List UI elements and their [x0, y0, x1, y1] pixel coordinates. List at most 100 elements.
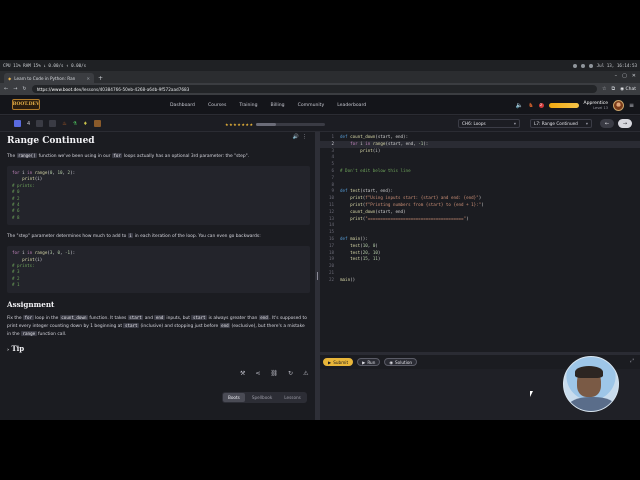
url-input[interactable]: https://www.boot.dev/lessons/40384766-50… — [31, 85, 598, 93]
link-icon[interactable]: ⛓ — [270, 370, 278, 377]
text: and — [143, 315, 155, 321]
play-icon: ▶ — [328, 359, 332, 365]
potion-icon[interactable]: ⚗ — [73, 121, 77, 127]
frozen-icon[interactable] — [49, 120, 57, 127]
share-icon[interactable]: ⋖ — [255, 370, 260, 377]
mouse-cursor — [530, 391, 533, 397]
forward-icon[interactable]: → — [13, 86, 17, 92]
tools-icon[interactable]: ⚒ — [240, 370, 245, 377]
assignment-text: Fix the for loop in the count_down funct… — [7, 314, 310, 338]
lesson-title: Range Continued — [7, 136, 95, 146]
report-icon[interactable]: ⚠ — [303, 370, 308, 377]
previous-lesson-button[interactable]: ← — [600, 119, 614, 128]
nav-training[interactable]: Training — [239, 103, 257, 108]
tray-icon[interactable] — [580, 63, 585, 68]
tab-boots[interactable]: Boots — [223, 393, 245, 402]
code-line: 8 — [331, 181, 334, 187]
xp-bar — [548, 102, 579, 108]
tray-icon[interactable] — [588, 63, 593, 68]
code-editor[interactable]: 1 def count_down(start, end): 2 for i in … — [320, 132, 640, 352]
new-tab-icon[interactable]: + — [98, 73, 103, 83]
code-line: 22 main() — [328, 276, 356, 282]
inline-code: for — [111, 153, 123, 158]
next-lesson-button[interactable]: → — [618, 119, 632, 128]
reload-icon[interactable]: ↻ — [22, 86, 26, 92]
nav-community[interactable]: Community — [298, 103, 325, 108]
avatar[interactable] — [612, 99, 624, 111]
chat-button[interactable]: ◉ Chat — [620, 87, 636, 92]
window-controls: – ▢ ✕ — [615, 73, 636, 79]
lesson-panel: 🔊 ⋮ Range Continued The range() function… — [0, 132, 315, 420]
lesson-paragraph: The "step" parameter determines how much… — [7, 232, 310, 240]
inline-code: count_down — [59, 314, 88, 320]
chat-label: Chat — [625, 86, 636, 92]
play-icon: ▶ — [362, 359, 366, 365]
url-path: /lessons/40384766-50eb-4268-a6db-9f572aa… — [81, 86, 190, 92]
close-window-icon[interactable]: ✕ — [632, 73, 636, 79]
bookmark-star-icon[interactable]: ☆ — [602, 86, 606, 92]
progress-track — [255, 122, 325, 126]
solution-button[interactable]: ◉ Solution — [384, 358, 418, 366]
text: loops actually has an optional 3rd param… — [122, 154, 250, 159]
shield-icon[interactable] — [36, 120, 44, 127]
code-line: 18 test(20, 10) — [328, 249, 381, 255]
inline-code: end — [258, 314, 270, 320]
toolbar-icons: 4 ♨ ⚗ ♦ — [14, 120, 101, 127]
chest-icon[interactable] — [93, 120, 101, 127]
text: function. It takes — [88, 315, 128, 321]
system-stats: CPU 11% RAM 15% ↓ 0.00/s ↑ 0.00/s — [3, 63, 87, 68]
flask-icon[interactable]: ♦ — [83, 121, 87, 127]
bootdev-logo[interactable]: BOOT.DEV — [12, 99, 40, 110]
tab-spellbook[interactable]: Spellbook — [247, 393, 277, 402]
menu-icon[interactable]: ≡ — [629, 102, 634, 109]
tab-lessons[interactable]: Lessons — [279, 393, 306, 402]
sound-icon[interactable]: 🔈 — [516, 102, 523, 109]
lesson-toolbar: 4 ♨ ⚗ ♦ ★★★★★★★ CH6: Loops ▾ L7: Range Co… — [0, 116, 640, 132]
browser-tab-active[interactable]: ◆ Learn to Code in Python: Ran ✕ — [4, 73, 94, 83]
back-icon[interactable]: ← — [4, 86, 8, 92]
tray-icon[interactable] — [572, 63, 577, 68]
run-button[interactable]: ▶ Run — [357, 358, 381, 366]
tip-toggle[interactable]: › Tip — [7, 344, 310, 353]
lesson-nav-arrows: ← → — [600, 119, 632, 128]
chevron-down-icon: ▾ — [513, 121, 516, 126]
site-header: BOOT.DEV Dashboard Courses Training Bill… — [0, 95, 640, 115]
text: function we've been using in our — [37, 154, 112, 159]
text: function call. — [36, 331, 67, 337]
inline-code: end — [154, 314, 165, 320]
text: Fix the — [7, 315, 24, 321]
address-bar: ← → ↻ https://www.boot.dev/lessons/40384… — [0, 83, 640, 95]
chevron-right-icon: › — [7, 346, 9, 353]
inline-code: end — [219, 322, 231, 328]
nav-leaderboard[interactable]: Leaderboard — [337, 103, 366, 108]
submit-label: Submit — [333, 359, 349, 365]
code-line: 14 — [328, 222, 334, 228]
character-icon[interactable]: ♞ — [528, 102, 533, 109]
extensions-icon[interactable]: ⧉ — [612, 86, 616, 92]
chapter-select[interactable]: CH6: Loops ▾ — [458, 119, 520, 128]
flame-icon[interactable]: ♨ — [62, 121, 66, 127]
lesson-select[interactable]: L7: Range Continued ▾ — [530, 119, 592, 128]
minimize-icon[interactable]: – — [615, 73, 618, 79]
inline-code: start — [123, 322, 140, 328]
nav-courses[interactable]: Courses — [208, 103, 226, 108]
nav-billing[interactable]: Billing — [271, 103, 285, 108]
inline-code: range — [21, 330, 37, 336]
submit-button[interactable]: ▶ Submit — [323, 358, 354, 366]
main-nav: Dashboard Courses Training Billing Commu… — [170, 95, 366, 115]
code-line: 1 def count_down(start, end): — [331, 134, 409, 139]
lesson-selects: CH6: Loops ▾ L7: Range Continued ▾ — [458, 119, 592, 128]
reset-icon[interactable]: ↻ — [288, 370, 293, 377]
notification-badge[interactable]: 2 — [538, 102, 544, 108]
code-line: 4 — [331, 154, 334, 160]
eye-icon: ◉ — [389, 359, 394, 365]
expand-icon[interactable]: ⤢ — [630, 358, 634, 364]
maximize-icon[interactable]: ▢ — [622, 73, 627, 79]
gem-icon[interactable] — [14, 120, 21, 127]
close-icon[interactable]: ✕ — [86, 76, 90, 81]
lesson-progress: ★★★★★★★ — [225, 120, 325, 128]
example-code-block: for i in range(3, 0, -1): print(i) # pri… — [7, 246, 310, 293]
inline-code: for — [23, 314, 34, 320]
example-code-block: for i in range(0, 10, 2): print(i) # pri… — [7, 166, 310, 226]
nav-dashboard[interactable]: Dashboard — [170, 103, 195, 108]
